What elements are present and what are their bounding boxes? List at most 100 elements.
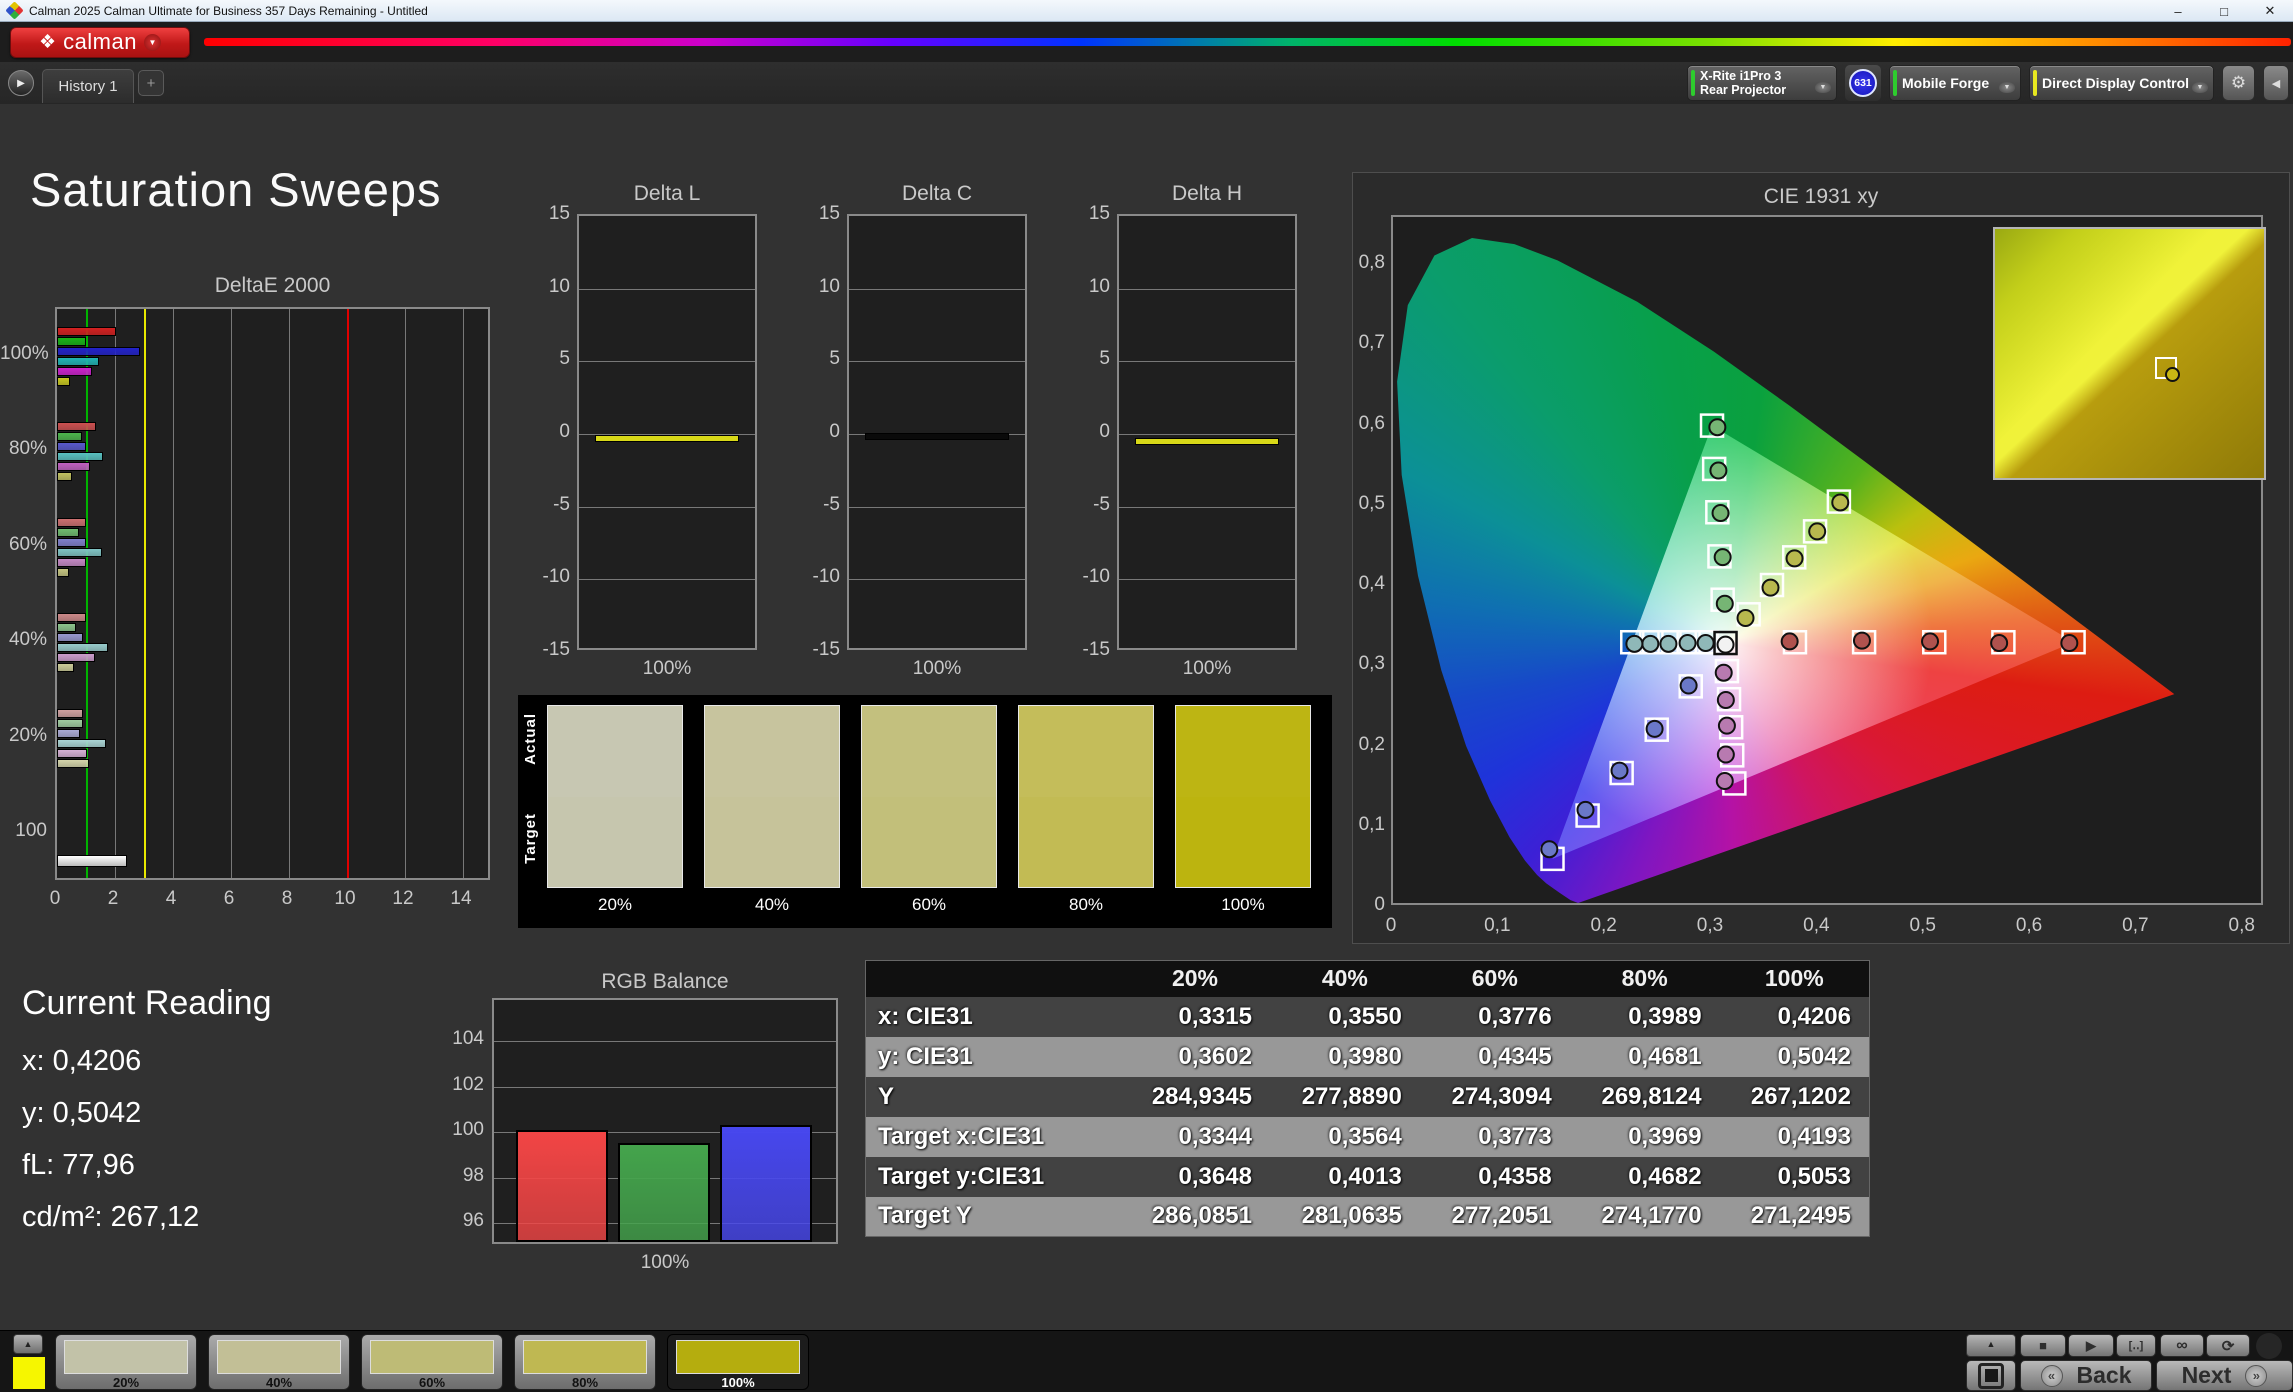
calman-logo-text: calman <box>63 29 137 54</box>
display-dropdown[interactable]: Direct Display Control ▼ <box>2029 65 2214 101</box>
deltae-group-label: 100 <box>15 820 47 842</box>
back-button[interactable]: « Back <box>2020 1360 2152 1391</box>
meter-dropdown[interactable]: X-Rite i1Pro 3 Rear Projector ▼ <box>1687 65 1837 101</box>
layout-expand-button[interactable]: ▶ <box>8 70 34 96</box>
deltaC-y-tick: -5 <box>823 493 840 515</box>
delta-l-chart: Delta L 15 10 5 0 -5 -10 -15 100% <box>530 182 770 682</box>
deltae-x-tick: 12 <box>392 888 414 909</box>
stop-icon: ■ <box>2039 1338 2047 1353</box>
current-pattern-swatch <box>13 1357 45 1389</box>
deltae-bar <box>57 547 102 557</box>
meter-line1: X-Rite i1Pro 3 <box>1700 69 1782 83</box>
patch-actual <box>705 706 839 797</box>
table-cell: 269,8124 <box>1569 1076 1720 1117</box>
settings-gear-button[interactable]: ⚙ <box>2222 65 2255 101</box>
cie-plot <box>1391 215 2266 905</box>
pattern-window-button[interactable] <box>1966 1360 2016 1391</box>
pattern-thumb-label: 40% <box>265 1375 293 1390</box>
pattern-thumb-swatch <box>217 1340 341 1374</box>
pattern-thumb-60%[interactable]: 60% <box>361 1334 503 1390</box>
deltaL-y-tick: -10 <box>542 566 570 588</box>
deltae-bar <box>57 346 140 356</box>
cie-y-tick: 0,7 <box>1358 332 1385 354</box>
app-icon <box>5 1 24 20</box>
stop-measure-button[interactable]: ■ <box>2020 1334 2066 1357</box>
continuous-measure-button[interactable]: ∞ <box>2160 1334 2204 1357</box>
pattern-thumb-40%[interactable]: 40% <box>208 1334 350 1390</box>
play-icon: ▶ <box>2086 1337 2096 1353</box>
table-row: Target y:CIE31 0,3648 0,4013 0,4358 0,4682 0,… <box>865 1156 1870 1197</box>
measured-marker <box>1831 493 1850 512</box>
calman-menu-button[interactable]: ❖ calman ▼ <box>10 26 190 58</box>
close-button[interactable]: ✕ <box>2247 0 2293 22</box>
measured-marker <box>1808 522 1827 541</box>
deltaC-y-tick: 5 <box>829 348 840 370</box>
table-cell: 0,4193 <box>1719 1116 1870 1157</box>
deltaH-y-tick: 10 <box>1088 275 1110 297</box>
rgb-y-tick: 102 <box>452 1073 484 1095</box>
cie-x-tick: 0,8 <box>2228 915 2255 936</box>
next-button[interactable]: Next » <box>2156 1360 2293 1391</box>
play-measure-button[interactable]: ▶ <box>2068 1334 2114 1357</box>
table-cell: 0,4013 <box>1269 1156 1420 1197</box>
refresh-icon: ⟳ <box>2221 1337 2235 1355</box>
tab-history-1[interactable]: History 1 <box>42 69 134 103</box>
deltae-bar <box>57 718 84 728</box>
meter-line2: Rear Projector <box>1700 83 1787 97</box>
collapse-panel-button[interactable]: ◀ <box>2263 65 2289 101</box>
gridline <box>405 309 406 878</box>
pattern-panel-expand-button[interactable]: ▲ <box>13 1334 43 1354</box>
rgb-balance-plot <box>492 998 838 1244</box>
table-header: 80% <box>1569 960 1720 997</box>
delta-c-chart: Delta C 15 10 5 0 -5 -10 -15 100% <box>800 182 1040 682</box>
measured-marker <box>2060 634 2079 653</box>
deltaH-x-label: 100% <box>1182 658 1232 679</box>
pattern-thumb-80%[interactable]: 80% <box>514 1334 656 1390</box>
target-label: Target <box>522 813 539 864</box>
current-reading-title: Current Reading <box>22 984 272 1022</box>
row-label: x: CIE31 <box>865 996 1121 1037</box>
measured-marker <box>1645 719 1664 738</box>
deltae-x-tick: 2 <box>107 888 119 909</box>
transport-expand-button[interactable]: ▲ <box>1966 1334 2016 1357</box>
patch-swatch <box>861 705 997 888</box>
refresh-button[interactable]: ⟳ <box>2206 1334 2250 1357</box>
add-tab-button[interactable]: + <box>138 70 164 96</box>
table-cell: 0,4682 <box>1569 1156 1720 1197</box>
deltaC-y-tick: -15 <box>812 639 840 660</box>
table-cell: 0,3602 <box>1120 1036 1270 1077</box>
calman-menu-chevron-icon: ▼ <box>143 33 161 51</box>
table-cell: 0,3989 <box>1569 996 1720 1037</box>
deltaL-x-label: 100% <box>642 658 692 679</box>
source-dropdown[interactable]: Mobile Forge ▼ <box>1889 65 2021 101</box>
pattern-thumb-20%[interactable]: 20% <box>55 1334 197 1390</box>
table-cell: 284,9345 <box>1120 1076 1270 1117</box>
table-header: 60% <box>1419 960 1570 997</box>
maximize-button[interactable]: □ <box>2201 0 2247 22</box>
minimize-button[interactable]: – <box>2155 0 2201 22</box>
pattern-thumb-label: 80% <box>571 1375 599 1390</box>
read-series-button[interactable]: [‥] <box>2116 1334 2156 1357</box>
gridline <box>494 1041 836 1042</box>
back-arrow-icon: « <box>2040 1364 2063 1387</box>
deltaC-title: Delta C <box>901 182 973 205</box>
table-cell: 0,3980 <box>1269 1036 1420 1077</box>
pattern-thumb-100%[interactable]: 100% <box>667 1334 809 1390</box>
page-title: Saturation Sweeps <box>30 163 442 216</box>
deltae-group-label: 100% <box>0 342 49 364</box>
rgb-bar-red <box>516 1130 608 1242</box>
measured-marker <box>1708 418 1727 437</box>
deltaC-plot <box>847 214 1027 650</box>
pattern-thumb-label: 60% <box>418 1375 446 1390</box>
cie-x-tick: 0,1 <box>1484 915 1511 936</box>
rgb-x-label: 100% <box>640 1252 690 1273</box>
deltaH-y-tick: -10 <box>1082 566 1110 588</box>
row-label: y: CIE31 <box>865 1036 1121 1077</box>
table-cell: 277,2051 <box>1419 1196 1570 1237</box>
table-row: y: CIE31 0,3602 0,3980 0,4345 0,4681 0,5042 <box>865 1036 1870 1077</box>
measured-marker <box>1716 635 1735 654</box>
patch-actual <box>862 706 996 797</box>
cie-x-tick: 0,3 <box>1696 915 1724 936</box>
patch-swatch <box>547 705 683 888</box>
measured-marker <box>1679 676 1698 695</box>
